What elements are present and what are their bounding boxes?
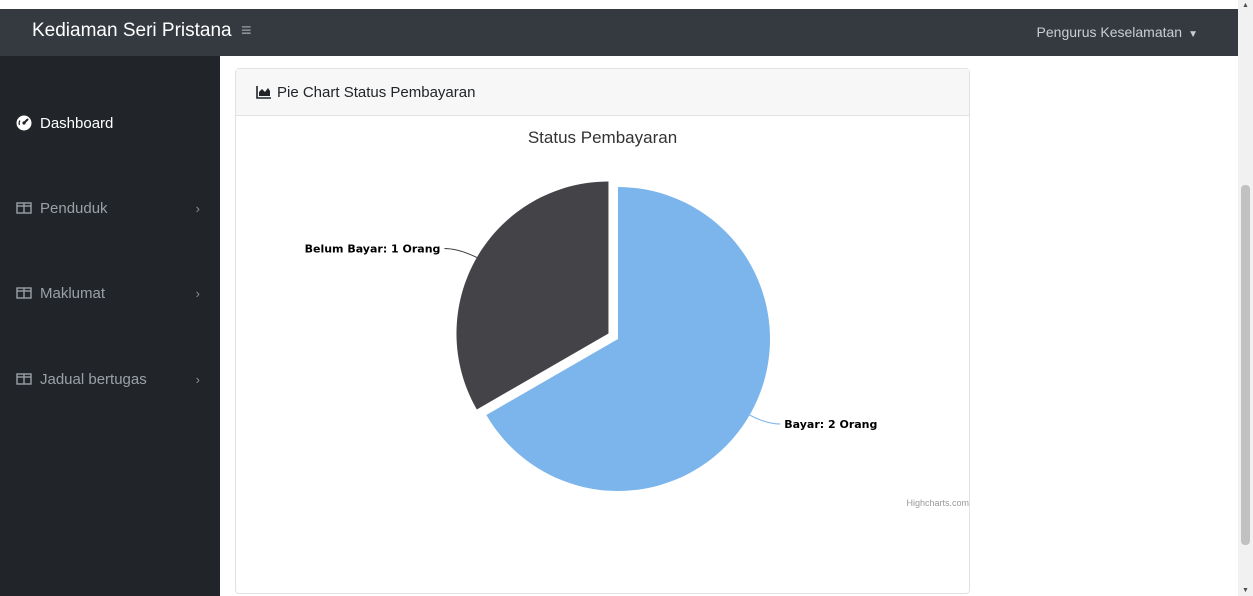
scroll-down-icon[interactable]: ▼ [1241, 587, 1250, 594]
sidebar-item-label: Penduduk [40, 199, 108, 217]
pie-chart-card: Pie Chart Status Pembayaran Status Pemba… [235, 68, 970, 594]
data-label: Belum Bayar: 1 Orang [305, 243, 441, 256]
sidebar: Dashboard Penduduk › Maklumat › Jadual b… [0, 56, 220, 596]
app-title[interactable]: Kediaman Seri Pristana [32, 20, 232, 42]
caret-down-icon: ▼ [1188, 29, 1198, 40]
scroll-thumb[interactable] [1241, 185, 1250, 545]
chevron-right-icon: › [195, 285, 200, 301]
page-scrollbar[interactable]: ▲ ▼ [1238, 0, 1253, 596]
scroll-up-icon[interactable]: ▲ [1241, 2, 1250, 9]
table-icon [16, 200, 32, 216]
chart-credits[interactable]: Highcharts.com [906, 498, 969, 508]
sidebar-item-penduduk[interactable]: Penduduk › [16, 196, 206, 220]
sidebar-item-label: Maklumat [40, 284, 106, 302]
sidebar-item-jadual-bertugas[interactable]: Jadual bertugas › [16, 367, 206, 391]
data-label: Bayar: 2 Orang [784, 418, 877, 431]
table-icon [16, 285, 32, 301]
top-navbar: Kediaman Seri Pristana ≡ Pengurus Kesela… [0, 9, 1238, 56]
sidebar-item-maklumat[interactable]: Maklumat › [16, 281, 206, 305]
pie-chart: Bayar: 2 Orang Belum Bayar: 1 Orang [305, 181, 877, 491]
sidebar-item-dashboard[interactable]: Dashboard [16, 111, 206, 135]
data-label-connector [444, 248, 478, 258]
user-menu-dropdown[interactable]: Pengurus Keselamatan ▼ [1037, 24, 1198, 40]
data-label-connector [749, 414, 781, 425]
hamburger-icon[interactable]: ≡ [241, 20, 252, 41]
chevron-right-icon: › [195, 200, 200, 216]
chevron-right-icon: › [195, 371, 200, 387]
sidebar-item-label: Jadual bertugas [40, 370, 147, 388]
dashboard-gauge-icon [16, 115, 32, 131]
table-icon [16, 371, 32, 387]
user-menu-label: Pengurus Keselamatan [1036, 24, 1183, 40]
sidebar-item-label: Dashboard [40, 114, 114, 132]
